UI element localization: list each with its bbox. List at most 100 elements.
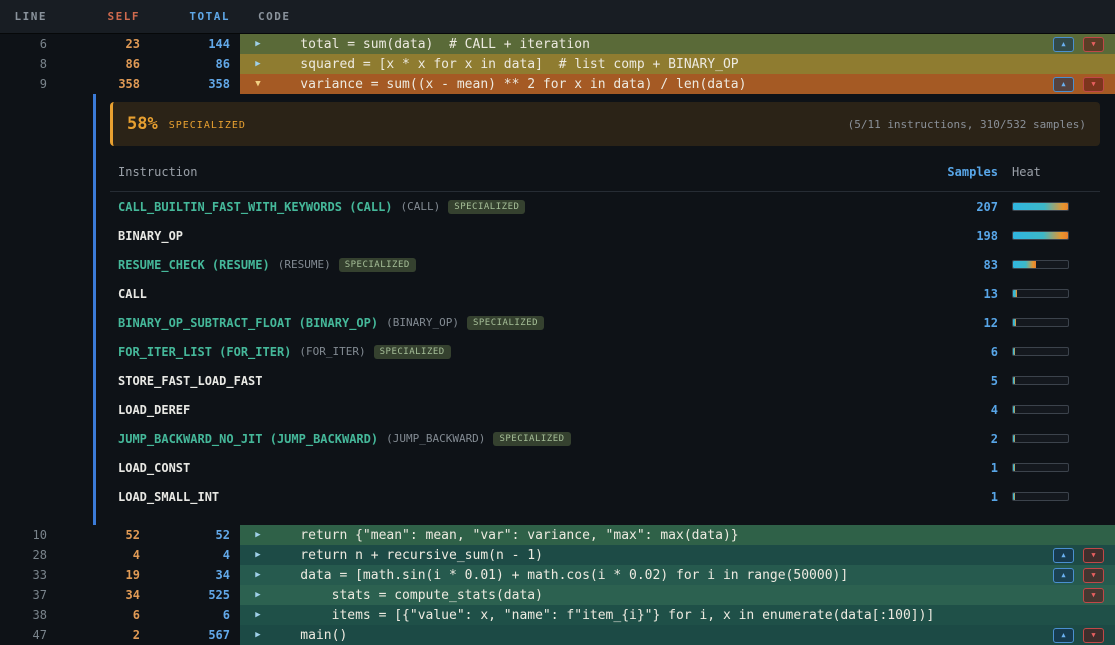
navigate-down-button[interactable]: ▼: [1083, 568, 1104, 583]
code-cell[interactable]: ▶ return n + recursive_sum(n - 1)▲▼: [240, 545, 1115, 565]
profiler-window: LINE SELF TOTAL CODE 623144▶ total = sum…: [0, 0, 1115, 645]
instruction-name-cell: FOR_ITER_LIST (FOR_ITER)(FOR_ITER)SPECIA…: [110, 345, 938, 359]
heat-bar-fill: [1013, 435, 1015, 442]
instruction-name-cell: LOAD_CONST: [110, 461, 938, 475]
header-instruction-column: Instruction: [110, 165, 938, 179]
expand-triangle-icon[interactable]: ▶: [247, 59, 269, 69]
code-row: 331934▶ data = [math.sin(i * 0.01) + mat…: [0, 565, 1115, 585]
navigate-up-button[interactable]: ▲: [1053, 548, 1074, 563]
total-samples: 52: [150, 528, 240, 542]
code-cell[interactable]: ▶ return {"mean": mean, "var": variance,…: [240, 525, 1115, 545]
row-buttons: ▲▼: [1053, 628, 1115, 643]
total-samples: 86: [150, 57, 240, 71]
expand-triangle-icon[interactable]: ▶: [247, 610, 269, 620]
heat-cell: [998, 463, 1100, 472]
code-text: total = sum(data) # CALL + iteration: [269, 37, 1053, 52]
navigate-down-button[interactable]: ▼: [1083, 37, 1104, 52]
line-number: 6: [0, 37, 60, 51]
total-samples: 4: [150, 548, 240, 562]
instruction-name: RESUME_CHECK (RESUME): [118, 258, 270, 272]
self-samples: 4: [60, 548, 150, 562]
instruction-name: LOAD_DEREF: [118, 403, 190, 417]
instruction-name-cell: JUMP_BACKWARD_NO_JIT (JUMP_BACKWARD) (JUM…: [110, 432, 938, 446]
line-number: 33: [0, 568, 60, 582]
navigate-up-button[interactable]: ▲: [1053, 77, 1074, 92]
instruction-row: LOAD_DEREF4: [110, 395, 1100, 424]
specialized-badge: SPECIALIZED: [448, 200, 525, 214]
header-code-column: CODE: [240, 10, 1115, 23]
instruction-row: BINARY_OP_SUBTRACT_FLOAT (BINARY_OP)(BIN…: [110, 308, 1100, 337]
code-cell[interactable]: ▶ total = sum(data) # CALL + iteration▲ ▼: [240, 34, 1115, 54]
heat-cell: [998, 231, 1100, 240]
line-number: 8: [0, 57, 60, 71]
expand-triangle-icon[interactable]: ▶: [247, 39, 269, 49]
navigate-down-button[interactable]: ▼: [1083, 548, 1104, 563]
heat-cell: [998, 260, 1100, 269]
instruction-name: BINARY_OP: [118, 229, 183, 243]
heat-cell: [998, 405, 1100, 414]
instruction-name: JUMP_BACKWARD_NO_JIT (JUMP_BACKWARD): [118, 432, 378, 446]
navigate-down-button[interactable]: ▼: [1083, 77, 1104, 92]
instruction-base-opcode: (FOR_ITER): [299, 345, 365, 358]
code-cell[interactable]: ▼ variance = sum((x - mean) ** 2 for x i…: [240, 74, 1115, 94]
collapse-triangle-icon[interactable]: ▼: [247, 79, 269, 89]
header-heat-column: Heat: [998, 165, 1100, 179]
sample-count: 2: [938, 432, 998, 446]
expand-triangle-icon[interactable]: ▶: [247, 550, 269, 560]
heat-bar-track: [1012, 347, 1069, 356]
row-buttons: ▼: [1083, 588, 1115, 603]
expand-triangle-icon[interactable]: ▶: [247, 590, 269, 600]
self-samples: 52: [60, 528, 150, 542]
expand-triangle-icon[interactable]: ▶: [247, 630, 269, 640]
instruction-row: FOR_ITER_LIST (FOR_ITER)(FOR_ITER)SPECIA…: [110, 337, 1100, 366]
heat-bar-fill: [1013, 290, 1017, 297]
sample-count: 5: [938, 374, 998, 388]
navigate-up-button[interactable]: ▲: [1053, 37, 1074, 52]
heat-bar-fill: [1013, 493, 1015, 500]
expand-triangle-icon[interactable]: ▶: [247, 570, 269, 580]
code-cell[interactable]: ▶ data = [math.sin(i * 0.01) + math.cos(…: [240, 565, 1115, 585]
navigate-down-button[interactable]: ▼: [1083, 588, 1104, 603]
line-number: 28: [0, 548, 60, 562]
instruction-row: BINARY_OP 198: [110, 221, 1100, 250]
instruction-base-opcode: (CALL): [401, 200, 441, 213]
expand-triangle-icon[interactable]: ▶: [247, 530, 269, 540]
code-cell[interactable]: ▶ items = [{"value": x, "name": f"item_{…: [240, 605, 1115, 625]
heat-bar-track: [1012, 463, 1069, 472]
code-row: 3866▶ items = [{"value": x, "name": f"it…: [0, 605, 1115, 625]
code-row: 472567▶ main()▲▼: [0, 625, 1115, 645]
instruction-row: RESUME_CHECK (RESUME)(RESUME)SPECIALIZED…: [110, 250, 1100, 279]
code-text: main(): [269, 628, 1053, 643]
heat-bar-track: [1012, 318, 1069, 327]
navigate-up-button[interactable]: ▲: [1053, 628, 1074, 643]
row-buttons: ▲▼: [1053, 548, 1115, 563]
code-text: stats = compute_stats(data): [269, 588, 1083, 603]
instruction-name: STORE_FAST_LOAD_FAST: [118, 374, 263, 388]
header-line-column: LINE: [0, 10, 60, 23]
header-total-column: TOTAL: [150, 10, 240, 23]
heat-bar-fill: [1013, 203, 1069, 210]
instruction-row: CALL_BUILTIN_FAST_WITH_KEYWORDS (CALL) (C…: [110, 192, 1100, 221]
instruction-name-cell: LOAD_DEREF: [110, 403, 938, 417]
code-cell[interactable]: ▶ main()▲▼: [240, 625, 1115, 645]
instruction-name: CALL_BUILTIN_FAST_WITH_KEYWORDS (CALL): [118, 200, 393, 214]
sample-count: 198: [938, 229, 998, 243]
total-samples: 358: [150, 77, 240, 91]
navigate-down-button[interactable]: ▼: [1083, 628, 1104, 643]
specialized-percent-label: SPECIALIZED: [169, 117, 246, 131]
code-cell[interactable]: ▶ squared = [x * x for x in data] # list…: [240, 54, 1115, 74]
navigate-up-button[interactable]: ▲: [1053, 568, 1074, 583]
code-rows-bottom: 105252▶ return {"mean": mean, "var": var…: [0, 525, 1115, 645]
instruction-row: JUMP_BACKWARD_NO_JIT (JUMP_BACKWARD) (JUM…: [110, 424, 1100, 453]
sample-count: 1: [938, 490, 998, 504]
expansion-indent-guide: [93, 94, 96, 525]
instruction-base-opcode: (JUMP_BACKWARD): [386, 432, 485, 445]
code-cell[interactable]: ▶ stats = compute_stats(data)▼: [240, 585, 1115, 605]
heat-cell: [998, 289, 1100, 298]
heat-bar-track: [1012, 231, 1069, 240]
heat-bar-track: [1012, 202, 1069, 211]
specialization-summary-banner: 58% SPECIALIZED (5/11 instructions, 310/…: [110, 102, 1100, 146]
self-samples: 19: [60, 568, 150, 582]
heat-bar-track: [1012, 260, 1069, 269]
total-samples: 34: [150, 568, 240, 582]
